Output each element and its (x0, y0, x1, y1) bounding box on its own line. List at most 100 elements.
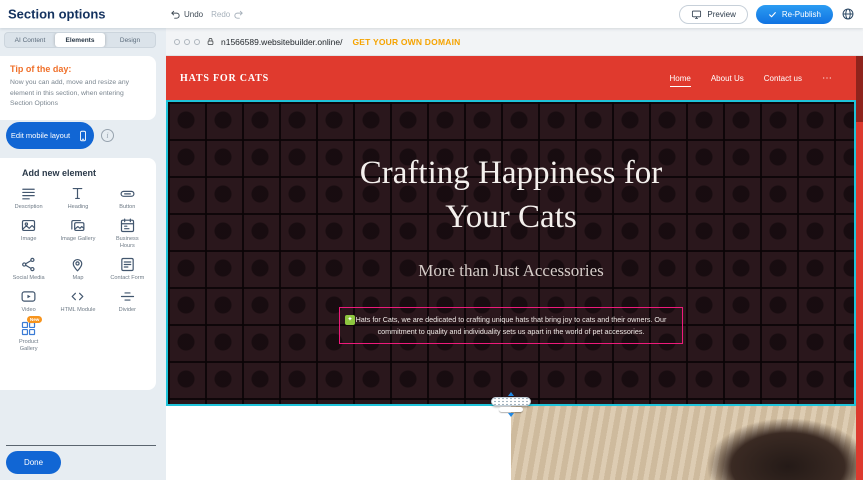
element-image-gallery[interactable]: Image Gallery (53, 217, 102, 250)
browser-bar: n1566589.websitebuilder.online/ GET YOUR… (166, 28, 863, 56)
traffic-dot (184, 39, 190, 45)
element-description[interactable]: Description (4, 185, 53, 211)
element-label: Product Gallery (10, 339, 48, 353)
element-html-module[interactable]: HTML Module (53, 288, 102, 314)
heading-icon (69, 185, 86, 202)
description-icon (20, 185, 37, 202)
page-title: Section options (8, 7, 106, 22)
site-nav: Home About Us Contact us ⋯ (670, 70, 833, 87)
preview-button[interactable]: Preview (679, 5, 747, 24)
element-video[interactable]: Video (4, 288, 53, 314)
nav-contact-us[interactable]: Contact us (764, 70, 802, 86)
cat-photo-fragment (708, 419, 856, 480)
resize-arrow-down-icon (508, 413, 514, 417)
undo-icon (170, 9, 181, 20)
site-logo[interactable]: HATS FOR CATS (180, 73, 269, 84)
globe-icon (841, 7, 855, 21)
element-label: Business Hours (108, 236, 146, 250)
site-preview: HATS FOR CATS Home About Us Contact us ⋯… (166, 56, 863, 480)
element-divider[interactable]: Divider (103, 288, 152, 314)
element-button[interactable]: Button (103, 185, 152, 211)
ai-writer-icon[interactable]: ✦ (345, 315, 355, 325)
editor-canvas: n1566589.websitebuilder.online/ GET YOUR… (166, 28, 863, 480)
add-element-title: Add new element (22, 168, 152, 178)
redo-icon (233, 9, 244, 20)
element-grid: Description Heading Button Image Image G… (4, 185, 152, 353)
divider-icon (119, 288, 136, 305)
element-product-gallery[interactable]: New Product Gallery (4, 320, 53, 353)
site-header: HATS FOR CATS Home About Us Contact us ⋯ (166, 56, 856, 100)
button-icon (119, 185, 136, 202)
hero-paragraph-selected[interactable]: ✦ Hats for Cats, we are dedicated to cra… (339, 307, 683, 344)
tip-heading: Tip of the day: (10, 64, 146, 74)
sidebar-tabs: AI Content Elements Design (4, 32, 156, 48)
nav-more-icon[interactable]: ⋯ (822, 73, 832, 84)
redo-button[interactable]: Redo (211, 9, 244, 20)
language-globe-button[interactable] (841, 7, 855, 21)
element-social-media[interactable]: Social Media (4, 256, 53, 282)
element-label: HTML Module (61, 307, 96, 314)
republish-button[interactable]: Re-Publish (756, 5, 833, 24)
monitor-icon (691, 9, 702, 20)
hero-paragraph-text: Hats for Cats, we are dedicated to craft… (352, 314, 670, 337)
social-media-icon (20, 256, 37, 273)
edit-mobile-layout-button[interactable]: Edit mobile layout (6, 122, 94, 149)
element-label: Description (15, 204, 43, 211)
next-section-preview (166, 406, 856, 480)
tip-body: Now you can add, move and resize any ele… (10, 78, 146, 110)
video-icon (20, 288, 37, 305)
preview-label: Preview (707, 10, 735, 19)
section-resize-handle[interactable] (491, 392, 531, 417)
element-label: Map (73, 275, 84, 282)
element-business-hours[interactable]: Business Hours (103, 217, 152, 250)
info-icon[interactable]: i (101, 129, 114, 142)
element-image[interactable]: Image (4, 217, 53, 250)
element-label: Button (119, 204, 135, 211)
element-heading[interactable]: Heading (53, 185, 102, 211)
contact-form-icon (119, 256, 136, 273)
site-content: HATS FOR CATS Home About Us Contact us ⋯… (166, 56, 856, 480)
element-label: Image Gallery (61, 236, 96, 243)
edit-mobile-layout-label: Edit mobile layout (11, 131, 70, 140)
map-icon (69, 256, 86, 273)
tab-design[interactable]: Design (105, 33, 155, 47)
business-hours-icon (119, 217, 136, 234)
resize-arrow-up-icon (508, 392, 514, 396)
tab-elements[interactable]: Elements (55, 33, 105, 47)
next-section-left (166, 406, 511, 480)
element-map[interactable]: Map (53, 256, 102, 282)
check-icon (768, 10, 777, 19)
traffic-dot (194, 39, 200, 45)
history-controls: Undo Redo (170, 0, 244, 28)
republish-label: Re-Publish (782, 10, 821, 19)
next-section-photo (511, 406, 856, 480)
element-label: Divider (119, 307, 136, 314)
topbar-actions: Preview Re-Publish (679, 0, 855, 28)
scrollbar-thumb[interactable] (856, 56, 863, 122)
drag-handle-grip[interactable] (491, 397, 531, 406)
element-contact-form[interactable]: Contact Form (103, 256, 152, 282)
element-label: Heading (68, 204, 89, 211)
site-scrollbar[interactable] (856, 56, 863, 480)
tab-ai-content[interactable]: AI Content (5, 33, 55, 47)
nav-home[interactable]: Home (670, 70, 691, 87)
nav-about-us[interactable]: About Us (711, 70, 744, 86)
redo-label: Redo (211, 10, 230, 19)
mobile-layout-row: Edit mobile layout i (6, 122, 114, 149)
site-url: n1566589.websitebuilder.online/ (221, 37, 342, 47)
element-label: Contact Form (110, 275, 144, 282)
sidebar-divider (6, 445, 156, 446)
get-domain-link[interactable]: GET YOUR OWN DOMAIN (352, 37, 460, 47)
image-icon (20, 217, 37, 234)
new-badge: New (27, 316, 42, 323)
hero-heading[interactable]: Crafting Happiness for Your Cats (336, 152, 686, 239)
element-label: Social Media (13, 275, 45, 282)
section-options-sidebar: AI Content Elements Design Tip of the da… (0, 28, 166, 480)
undo-label: Undo (184, 10, 203, 19)
hero-subheading[interactable]: More than Just Accessories (168, 261, 854, 281)
tip-of-the-day-card: Tip of the day: Now you can add, move an… (0, 56, 156, 120)
undo-button[interactable]: Undo (170, 9, 203, 20)
done-button[interactable]: Done (6, 451, 61, 474)
traffic-dot (174, 39, 180, 45)
traffic-lights (174, 39, 200, 45)
